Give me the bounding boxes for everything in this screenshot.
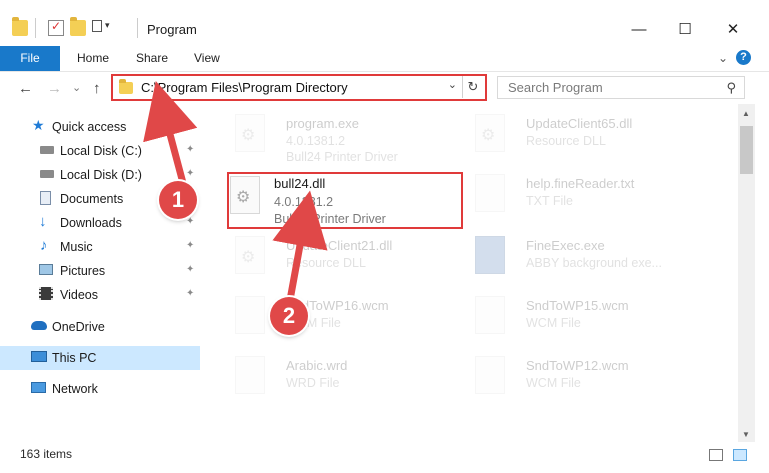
arrow-2 bbox=[272, 190, 328, 304]
callout-1: 1 bbox=[159, 181, 197, 219]
arrow-1 bbox=[143, 80, 198, 187]
annotation-arrows bbox=[143, 80, 328, 304]
callout-2: 2 bbox=[270, 297, 308, 335]
